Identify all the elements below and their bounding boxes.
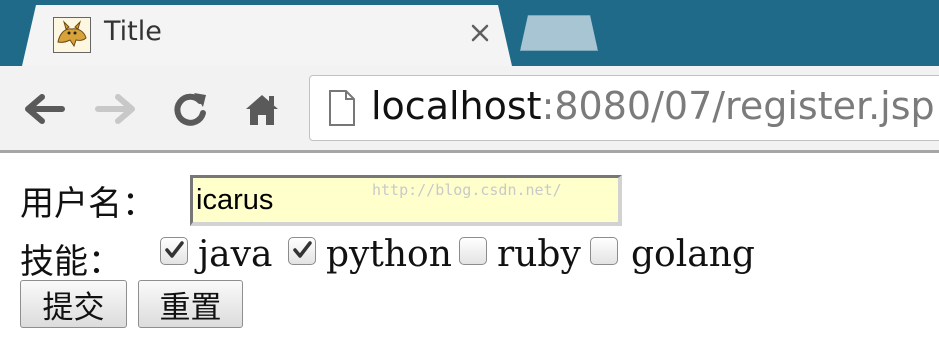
ruby-checkbox[interactable] [459, 237, 487, 265]
python-checkbox[interactable] [288, 237, 316, 265]
java-label: java [198, 234, 273, 275]
home-icon[interactable] [238, 87, 286, 131]
new-tab-button[interactable] [520, 15, 598, 51]
url-host: localhost [371, 84, 542, 128]
reset-button[interactable]: 重置 [138, 280, 243, 328]
close-icon[interactable] [466, 19, 494, 47]
python-label: python [326, 234, 452, 275]
reload-icon[interactable] [166, 87, 214, 131]
golang-checkbox[interactable] [590, 237, 618, 265]
tomcat-icon [53, 17, 91, 53]
skills-label: 技能： [20, 242, 122, 282]
tab-title: Title [104, 16, 162, 47]
ruby-label: ruby [497, 234, 581, 275]
golang-label: golang [631, 234, 755, 275]
url-path: :8080/07/register.jsp [541, 84, 935, 128]
back-arrow-icon[interactable] [20, 87, 68, 131]
url-text[interactable]: localhost:8080/07/register.jsp [371, 84, 935, 128]
watermark: http://blog.csdn.net/ [372, 181, 562, 199]
submit-button[interactable]: 提交 [20, 280, 127, 328]
username-label: 用户名： [20, 184, 156, 224]
forward-arrow-icon[interactable] [92, 87, 140, 131]
page-icon [328, 89, 356, 127]
java-checkbox[interactable] [160, 237, 188, 265]
active-tab[interactable] [22, 5, 512, 66]
